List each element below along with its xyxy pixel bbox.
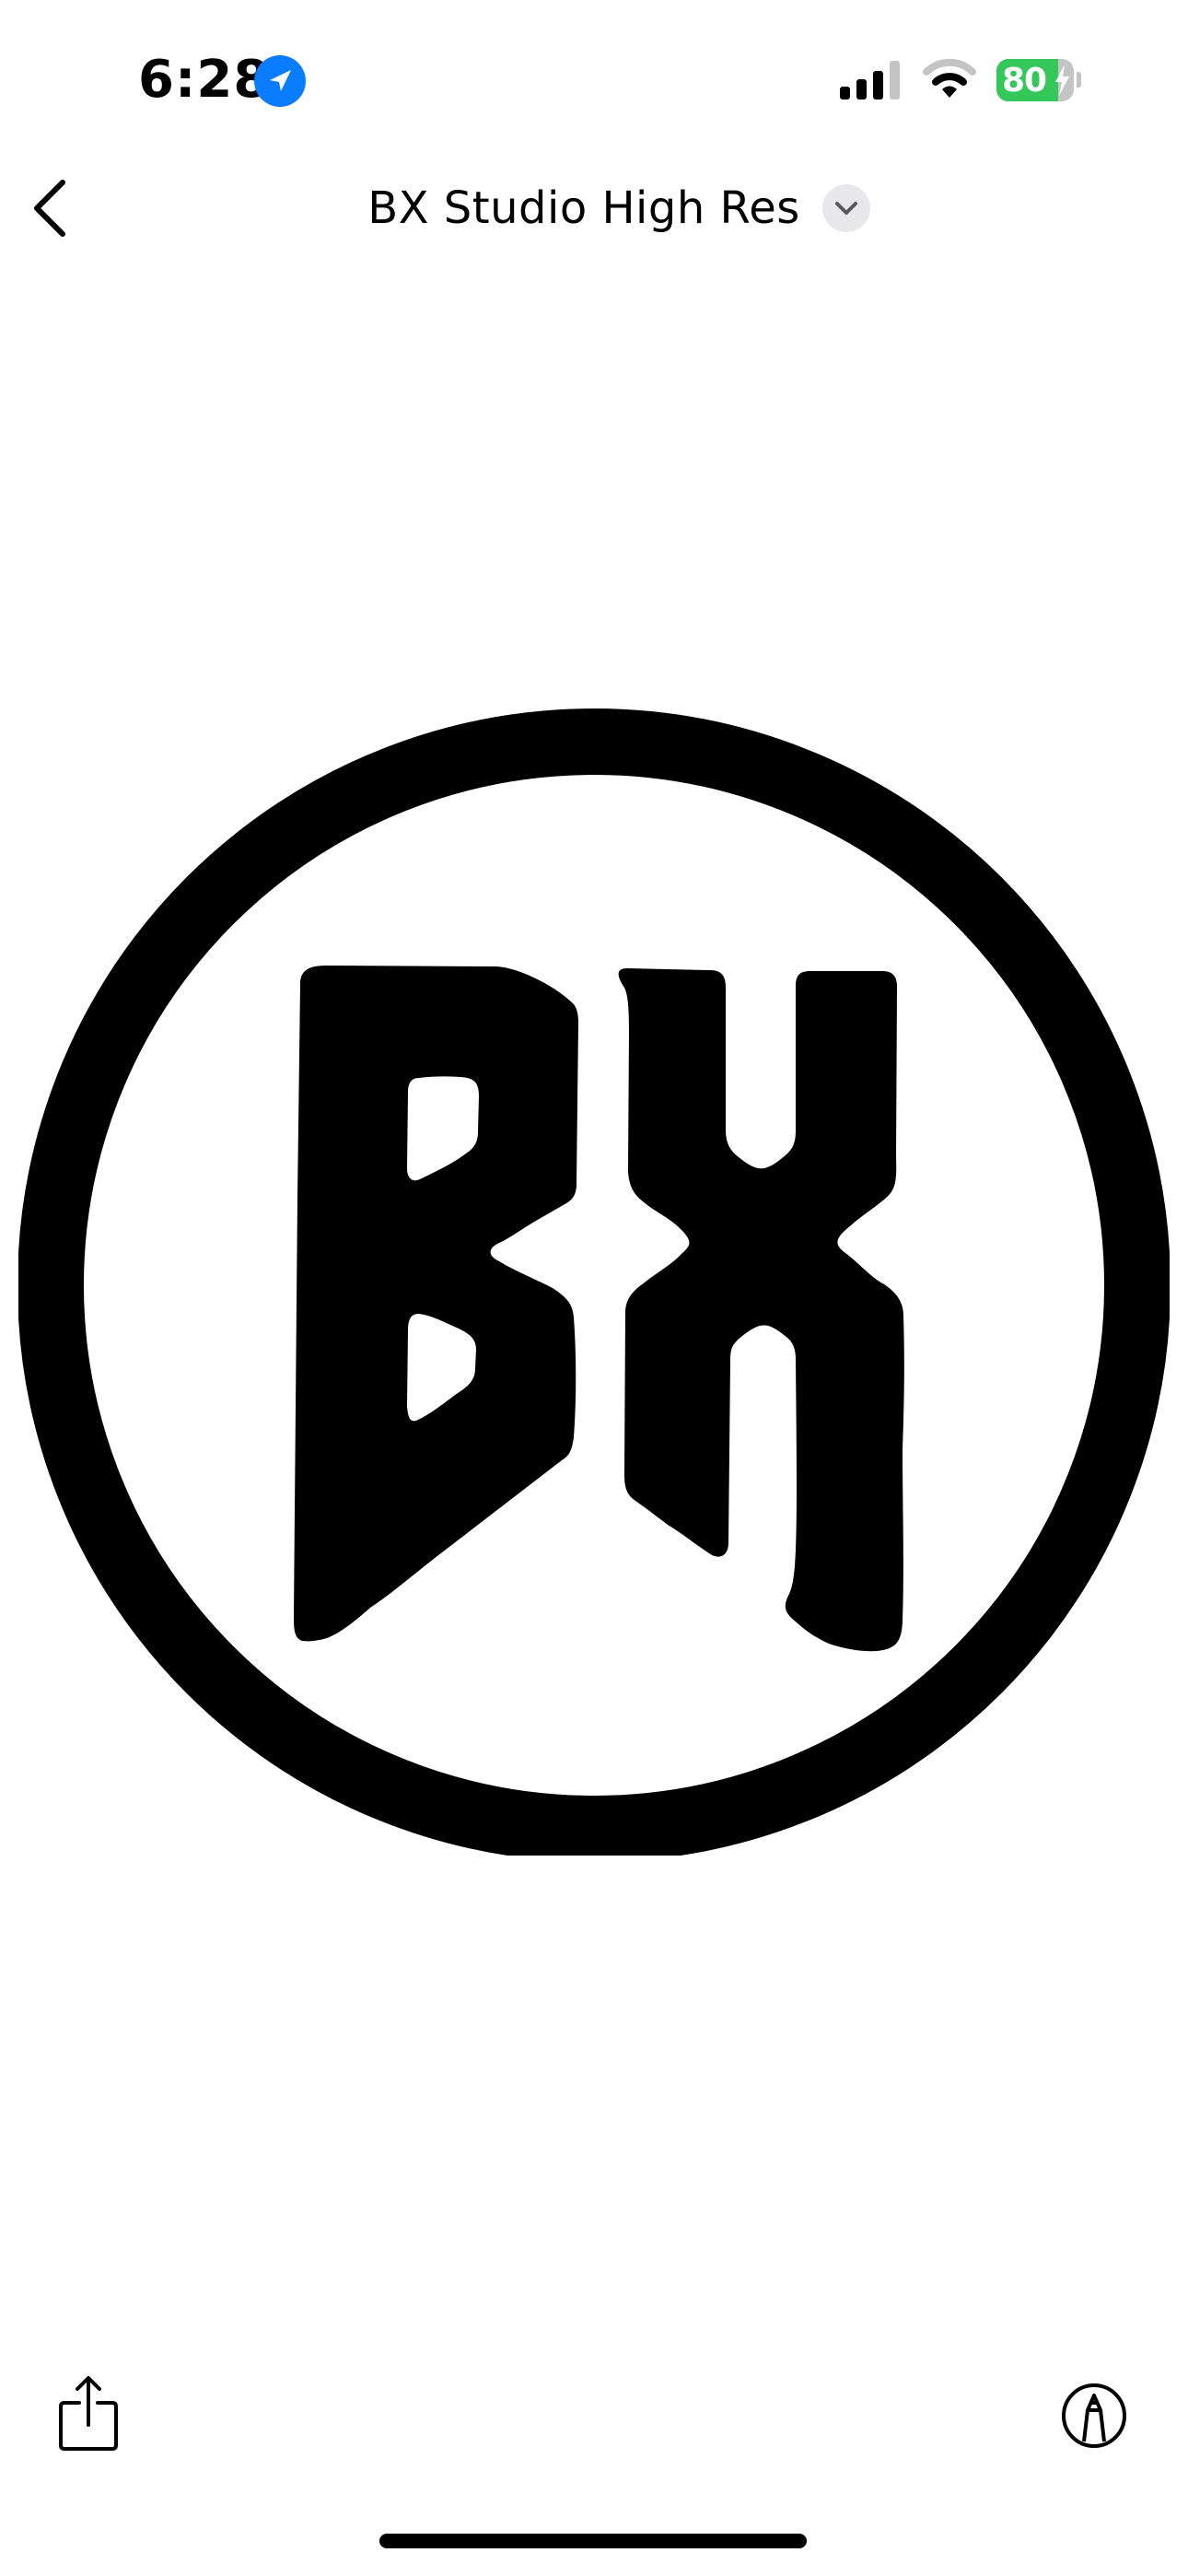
status-time: 6:28 bbox=[138, 50, 271, 110]
chevron-down-icon bbox=[834, 202, 857, 215]
battery-icon: 80 bbox=[996, 59, 1074, 101]
share-button[interactable] bbox=[57, 2375, 120, 2453]
status-bar: 6:28 80 bbox=[0, 0, 1188, 157]
wifi-icon bbox=[923, 58, 976, 98]
cellular-signal-icon bbox=[840, 61, 900, 100]
markup-button[interactable] bbox=[1061, 2383, 1127, 2449]
battery-level: 80 bbox=[1002, 62, 1047, 100]
home-indicator bbox=[379, 2534, 807, 2548]
logo-letter-x bbox=[618, 968, 904, 1652]
title-menu-button[interactable]: BX Studio High Res bbox=[367, 182, 870, 234]
markup-icon bbox=[1062, 2383, 1126, 2448]
battery-cap bbox=[1077, 72, 1081, 88]
page-title: BX Studio High Res bbox=[367, 182, 800, 234]
title-dropdown-badge[interactable] bbox=[821, 184, 870, 232]
logo-ring bbox=[18, 708, 1170, 1856]
share-icon bbox=[59, 2376, 118, 2451]
charging-bolt-icon bbox=[1055, 64, 1069, 96]
location-icon bbox=[254, 55, 306, 107]
logo-letter-b bbox=[294, 966, 578, 1642]
nav-bar: BX Studio High Res bbox=[0, 179, 1188, 238]
bx-logo bbox=[18, 708, 1170, 1856]
